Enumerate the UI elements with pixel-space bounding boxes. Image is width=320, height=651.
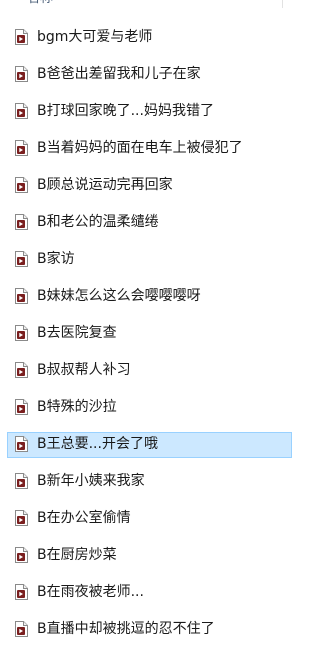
file-list-item[interactable]: B妹妹怎么这么会嘤嘤嘤呀	[0, 278, 292, 315]
file-list-item[interactable]: B王总要...开会了哦	[0, 426, 292, 463]
file-list-item[interactable]: B新年小姨来我家	[0, 463, 292, 500]
file-list-item[interactable]: B爸爸出差留我和儿子在家	[0, 56, 292, 93]
file-list-item[interactable]: B特殊的沙拉	[0, 389, 292, 426]
audio-file-icon	[15, 214, 28, 230]
audio-file-icon	[15, 621, 28, 637]
audio-file-icon	[15, 547, 28, 563]
file-list-item[interactable]: B在厨房炒菜	[0, 537, 292, 574]
column-resize-handle[interactable]	[282, 0, 283, 8]
file-name: B家访	[37, 251, 75, 267]
name-column-header[interactable]: 名称	[27, 0, 53, 7]
file-list-item[interactable]: B在办公室偷情	[0, 500, 292, 537]
file-list: bgm大可爱与老师 B爸爸出差留我和儿子在家 B打球回家晚了...妈妈我错了 B…	[0, 19, 292, 648]
file-name: B打球回家晚了...妈妈我错了	[37, 103, 214, 119]
file-name: B特殊的沙拉	[37, 399, 117, 415]
file-list-item[interactable]: B直播中却被挑逗的忍不住了	[0, 611, 292, 648]
file-name: B王总要...开会了哦	[37, 436, 158, 452]
audio-file-icon	[15, 29, 28, 45]
audio-file-icon	[15, 436, 28, 452]
audio-file-icon	[15, 325, 28, 341]
audio-file-icon	[15, 140, 28, 156]
audio-file-icon	[15, 473, 28, 489]
file-name: B在雨夜被老师...	[37, 584, 144, 600]
file-name: B去医院复查	[37, 325, 117, 341]
audio-file-icon	[15, 584, 28, 600]
file-list-item[interactable]: B去医院复查	[0, 315, 292, 352]
file-list-item[interactable]: B叔叔帮人补习	[0, 352, 292, 389]
file-name: B新年小姨来我家	[37, 473, 145, 489]
file-name: B妹妹怎么这么会嘤嘤嘤呀	[37, 288, 201, 304]
file-name: B在厨房炒菜	[37, 547, 117, 563]
file-list-item[interactable]: B打球回家晚了...妈妈我错了	[0, 93, 292, 130]
file-list-item[interactable]: B当着妈妈的面在电车上被侵犯了	[0, 130, 292, 167]
file-name: B爸爸出差留我和儿子在家	[37, 66, 201, 82]
file-name: B叔叔帮人补习	[37, 362, 131, 378]
file-list-item[interactable]: B在雨夜被老师...	[0, 574, 292, 611]
file-name: bgm大可爱与老师	[37, 29, 153, 45]
column-header: 名称	[0, 0, 292, 8]
file-name: B当着妈妈的面在电车上被侵犯了	[37, 140, 243, 156]
audio-file-icon	[15, 177, 28, 193]
file-name: B在办公室偷情	[37, 510, 131, 526]
audio-file-icon	[15, 251, 28, 267]
file-list-item[interactable]: B和老公的温柔缱绻	[0, 204, 292, 241]
audio-file-icon	[15, 288, 28, 304]
file-list-item[interactable]: B顾总说运动完再回家	[0, 167, 292, 204]
file-list-item[interactable]: bgm大可爱与老师	[0, 19, 292, 56]
file-name: B直播中却被挑逗的忍不住了	[37, 621, 215, 637]
audio-file-icon	[15, 362, 28, 378]
audio-file-icon	[15, 66, 28, 82]
audio-file-icon	[15, 103, 28, 119]
file-list-item[interactable]: B家访	[0, 241, 292, 278]
file-name: B顾总说运动完再回家	[37, 177, 173, 193]
file-name: B和老公的温柔缱绻	[37, 214, 159, 230]
audio-file-icon	[15, 510, 28, 526]
audio-file-icon	[15, 399, 28, 415]
